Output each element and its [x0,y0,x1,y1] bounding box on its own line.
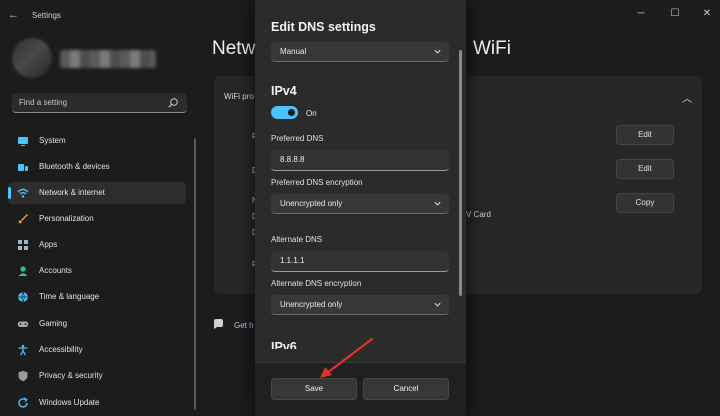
edit-ip-button[interactable]: Edit [616,125,674,145]
chevron-down-icon [434,302,441,307]
sidebar-item-label: Bluetooth & devices [39,162,110,171]
alternate-dns-encryption-dropdown[interactable]: Unencrypted only [271,295,449,315]
apps-icon [18,240,28,250]
toggle-label: On [306,109,317,118]
search-box[interactable] [12,93,187,113]
accessibility-icon [18,344,28,356]
bluetooth-icon [18,164,28,171]
dropdown-value: Manual [280,47,307,56]
sidebar-item-system[interactable]: System [8,130,186,152]
sidebar-item-label: System [39,136,66,145]
minimize-icon[interactable]: ─ [632,6,650,22]
sidebar-scrollbar[interactable] [194,138,196,410]
sidebar-item-accessibility[interactable]: Accessibility [8,339,186,361]
sidebar-item-label: Personalization [39,214,94,223]
sidebar-item-network[interactable]: Network & internet [8,182,186,204]
dropdown-value: Unencrypted only [280,300,343,309]
sidebar-item-label: Network & internet [39,188,105,197]
alternate-dns-label: Alternate DNS [271,235,323,244]
sidebar-item-windows-update[interactable]: Windows Update [8,392,186,414]
sidebar-item-label: Windows Update [39,398,100,407]
shield-icon [18,370,28,382]
sidebar-item-label: Apps [39,240,58,249]
dns-mode-dropdown[interactable]: Manual [271,42,449,62]
sidebar-item-label: Gaming [39,319,68,328]
alternate-dns-input[interactable] [271,251,459,270]
back-arrow-icon[interactable]: ← [8,9,20,21]
cancel-button[interactable]: Cancel [363,378,449,400]
preferred-dns-input[interactable] [271,150,459,169]
globe-icon [18,292,28,302]
search-input[interactable] [12,93,176,112]
preferred-dns-label: Preferred DNS [271,134,324,143]
page-title: Netw [212,38,256,59]
active-nav-indicator [8,187,11,199]
sidebar-item-label: Accessibility [39,345,83,354]
preferred-dns-encryption-dropdown[interactable]: Unencrypted only [271,194,449,214]
sidebar-item-label: Time & language [39,292,100,301]
chevron-down-icon [434,201,441,206]
gamepad-icon [17,321,29,327]
monitor-icon [18,137,28,146]
close-icon[interactable]: ✕ [698,6,716,22]
sidebar-item-bluetooth[interactable]: Bluetooth & devices [8,156,186,178]
ipv6-section-title: IPv6 [271,340,297,349]
sidebar-item-gaming[interactable]: Gaming [8,313,186,335]
sidebar-item-personalization[interactable]: Personalization [8,208,186,230]
app-title: Settings [32,11,61,20]
update-icon [18,397,28,408]
ipv4-section-title: IPv4 [271,84,297,98]
sidebar-item-label: Accounts [39,266,72,275]
alternate-dns-box[interactable] [271,251,459,272]
dialog-title: Edit DNS settings [271,20,376,34]
maximize-icon[interactable]: ☐ [666,6,684,22]
card-row-value: V Card [466,210,491,219]
toggle-knob [288,109,295,116]
preferred-dns-box[interactable] [271,150,459,171]
dropdown-value: Unencrypted only [280,199,343,208]
get-help-link[interactable]: Get h [234,321,254,330]
alternate-dns-encryption-label: Alternate DNS encryption [271,279,362,288]
sidebar-item-time-language[interactable]: Time & language [8,286,186,308]
card-header[interactable]: WiFi pro [224,92,254,101]
avatar[interactable] [12,38,52,78]
sidebar-item-apps[interactable]: Apps [8,234,186,256]
person-icon [18,266,28,276]
search-icon[interactable] [167,97,179,109]
sidebar-item-label: Privacy & security [39,371,103,380]
help-icon [214,319,223,329]
sidebar-item-accounts[interactable]: Accounts [8,260,186,282]
brush-icon [18,214,28,224]
edit-dns-button[interactable]: Edit [616,159,674,179]
wifi-icon [17,188,29,198]
save-button[interactable]: Save [271,378,357,400]
dialog-scrollbar[interactable] [459,50,462,296]
chevron-down-icon [434,49,441,54]
chevron-up-icon[interactable]: ︿ [682,90,692,105]
copy-button[interactable]: Copy [616,193,674,213]
page-title-suffix: WiFi [473,38,511,59]
sidebar-item-privacy[interactable]: Privacy & security [8,365,186,387]
preferred-dns-encryption-label: Preferred DNS encryption [271,178,363,187]
user-name-blurred [60,50,156,68]
